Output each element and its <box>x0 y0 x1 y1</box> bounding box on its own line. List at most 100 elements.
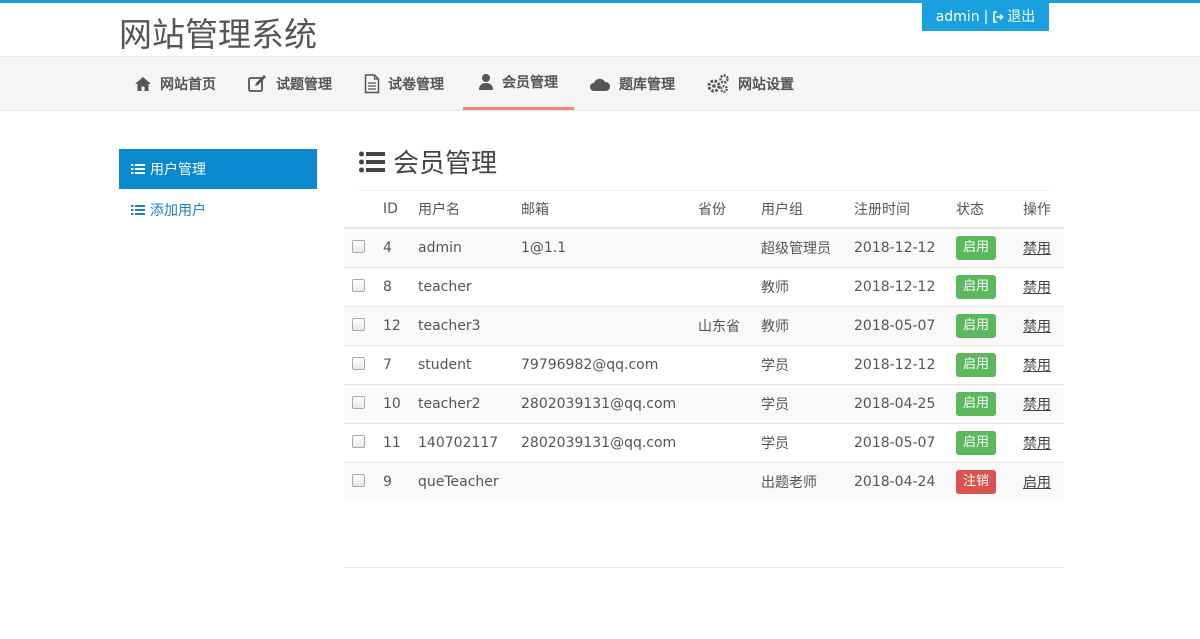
cloud-icon <box>590 78 611 91</box>
table-row: 8 teacher 教师 2018-12-12 启用 禁用 <box>344 267 1064 307</box>
cell-status: 启用 <box>956 227 1023 268</box>
cell-email <box>521 306 698 346</box>
cell-group: 教师 <box>761 267 854 307</box>
users-table: ID 用户名 邮箱 省份 用户组 注册时间 状态 操作 4 admin 1@1.1 超… <box>344 191 1064 501</box>
row-checkbox[interactable] <box>352 317 365 331</box>
status-badge[interactable]: 启用 <box>956 314 997 338</box>
column-header: 操作 <box>1023 191 1064 229</box>
nav-item-papers[interactable]: 试卷管理 <box>364 57 444 110</box>
cell-action: 禁用 <box>1023 267 1064 307</box>
nav-item-question-bank[interactable]: 题库管理 <box>589 57 675 110</box>
table-row: 9 queTeacher 出题老师 2018-04-24 注销 启用 <box>344 462 1064 501</box>
divider <box>344 567 1064 568</box>
cell-date: 2018-05-07 <box>854 423 956 463</box>
nav-item-label: 网站首页 <box>160 76 216 93</box>
row-checkbox[interactable] <box>352 473 365 487</box>
cell-province <box>698 423 761 463</box>
status-badge[interactable]: 启用 <box>956 431 997 455</box>
nav-item-label: 会员管理 <box>502 75 558 91</box>
nav-item-questions[interactable]: 试题管理 <box>248 57 332 110</box>
nav-item-label: 试题管理 <box>276 76 332 93</box>
table-row: 11 140702117 2802039131@qq.com 学员 2018-05-07… <box>344 423 1064 463</box>
sidebar-item-user-management[interactable]: 用户管理 <box>119 149 317 189</box>
cell-group: 学员 <box>761 423 854 463</box>
row-checkbox[interactable] <box>352 356 365 370</box>
cell-status: 启用 <box>956 267 1023 307</box>
cell-id: 7 <box>383 345 418 385</box>
cell-province: 山东省 <box>698 306 761 346</box>
row-checkbox[interactable] <box>352 434 365 448</box>
action-link[interactable]: 禁用 <box>1023 397 1051 413</box>
row-checkbox[interactable] <box>352 239 365 253</box>
cell-action: 禁用 <box>1023 423 1064 463</box>
action-link[interactable]: 禁用 <box>1023 436 1051 452</box>
edit-icon <box>248 74 266 92</box>
action-link[interactable]: 禁用 <box>1023 241 1051 257</box>
document-icon <box>364 73 380 93</box>
nav-item-settings[interactable]: 网站设置 <box>706 57 794 110</box>
cell-province <box>698 227 761 268</box>
cell-username: queTeacher <box>418 462 521 501</box>
cell-username: student <box>418 345 521 385</box>
main-nav: 网站首页 试题管理 试卷管理 会员管理 题库管理 网站设置 <box>0 56 1200 111</box>
cell-province <box>698 384 761 424</box>
status-badge[interactable]: 启用 <box>956 353 997 377</box>
row-select-cell <box>344 306 383 346</box>
cell-group: 超级管理员 <box>761 227 854 268</box>
table-row: 12 teacher3 山东省 教师 2018-05-07 启用 禁用 <box>344 306 1064 346</box>
row-select-cell <box>344 227 383 268</box>
column-header: 省份 <box>698 191 761 229</box>
page-title-text: 会员管理 <box>393 149 498 179</box>
cell-action: 禁用 <box>1023 345 1064 385</box>
cell-status: 启用 <box>956 345 1023 385</box>
sidebar-item-add-user[interactable]: 添加用户 <box>119 194 317 226</box>
cell-username: teacher <box>418 267 521 307</box>
action-link[interactable]: 禁用 <box>1023 280 1051 296</box>
row-select-cell <box>344 345 383 385</box>
action-link[interactable]: 禁用 <box>1023 319 1051 335</box>
cell-email: 2802039131@qq.com <box>521 384 698 424</box>
nav-item-home[interactable]: 网站首页 <box>134 57 216 110</box>
nav-item-members[interactable]: 会员管理 <box>463 57 574 110</box>
table-header-row: ID 用户名 邮箱 省份 用户组 注册时间 状态 操作 <box>344 191 1064 229</box>
cell-province <box>698 462 761 501</box>
sidebar-item-label: 添加用户 <box>150 203 206 219</box>
row-select-cell <box>344 462 383 501</box>
cell-email: 79796982@qq.com <box>521 345 698 385</box>
cell-status: 启用 <box>956 384 1023 424</box>
row-checkbox[interactable] <box>352 395 365 409</box>
action-link[interactable]: 禁用 <box>1023 358 1051 374</box>
cell-group: 学员 <box>761 345 854 385</box>
cell-date: 2018-12-12 <box>854 345 956 385</box>
cell-date: 2018-04-24 <box>854 462 956 501</box>
column-header: 用户名 <box>418 191 521 229</box>
cell-id: 9 <box>383 462 418 501</box>
status-badge[interactable]: 注销 <box>956 470 997 494</box>
cell-email: 2802039131@qq.com <box>521 423 698 463</box>
cell-date: 2018-12-12 <box>854 267 956 307</box>
logout-button[interactable]: 退出 <box>992 9 1035 25</box>
user-separator: | <box>983 9 989 25</box>
column-header: 邮箱 <box>521 191 698 229</box>
status-badge[interactable]: 启用 <box>956 275 997 299</box>
username-link[interactable]: admin <box>936 9 980 25</box>
cell-date: 2018-04-25 <box>854 384 956 424</box>
user-icon <box>479 74 493 90</box>
logout-icon <box>993 11 1004 23</box>
list-icon <box>131 164 145 174</box>
cell-province <box>698 267 761 307</box>
gears-icon <box>707 73 729 93</box>
row-select-cell <box>344 384 383 424</box>
cell-id: 4 <box>383 227 418 268</box>
nav-item-label: 试卷管理 <box>388 76 444 93</box>
list-icon <box>359 151 385 172</box>
action-link[interactable]: 启用 <box>1023 475 1051 491</box>
status-badge[interactable]: 启用 <box>956 236 997 260</box>
row-checkbox[interactable] <box>352 278 365 292</box>
status-badge[interactable]: 启用 <box>956 392 997 416</box>
column-header: 状态 <box>956 191 1023 229</box>
header-select <box>344 191 383 229</box>
cell-status: 启用 <box>956 423 1023 463</box>
nav-item-label: 题库管理 <box>619 76 675 93</box>
table-row: 7 student 79796982@qq.com 学员 2018-12-12 启用 禁用 <box>344 345 1064 385</box>
